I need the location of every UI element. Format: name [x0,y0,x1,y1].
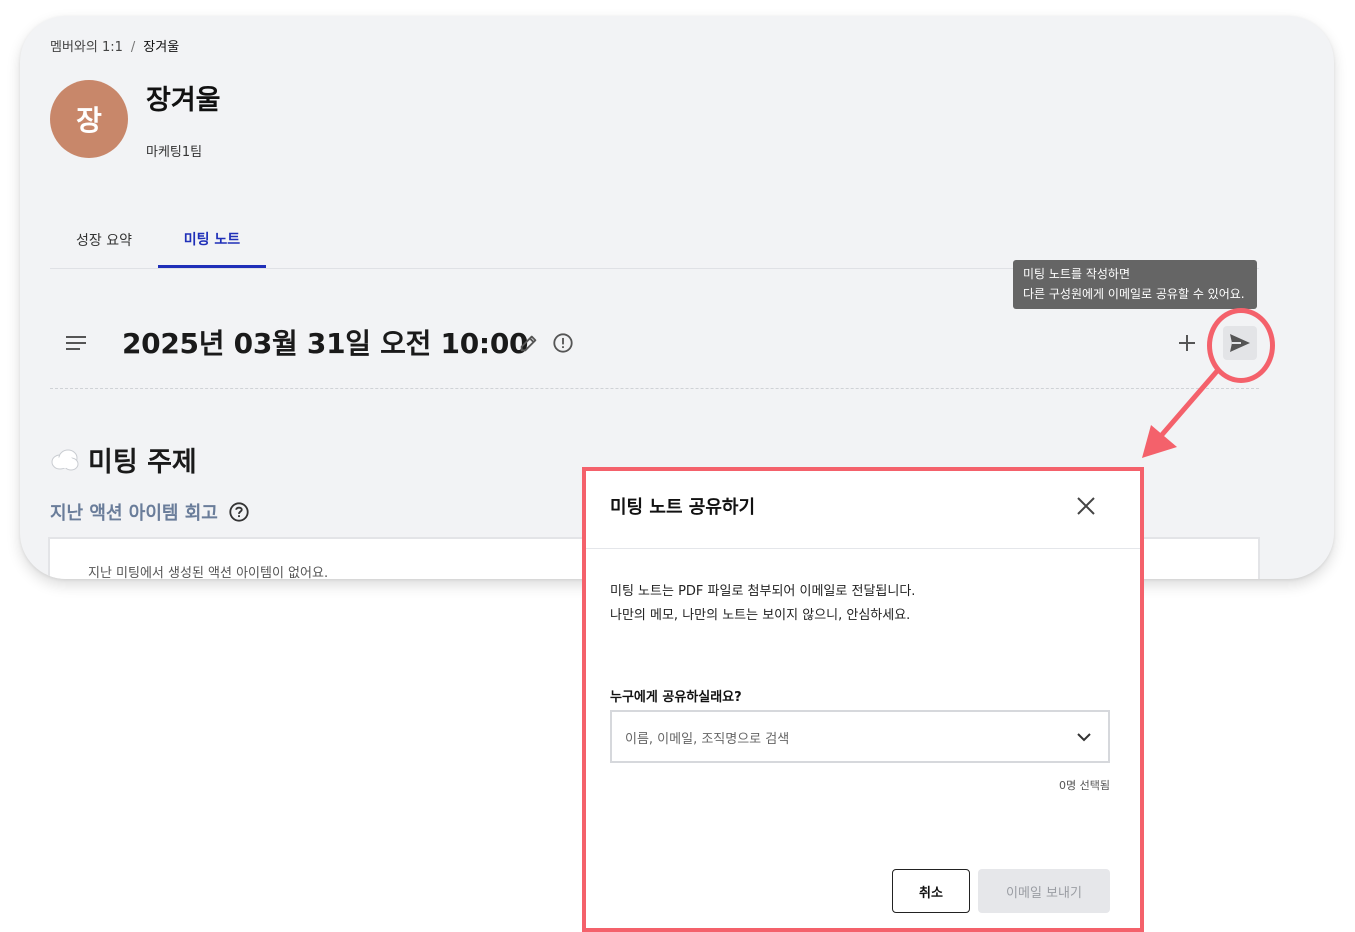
send-email-submit-button[interactable]: 이메일 보내기 [978,869,1110,913]
selected-count: 0명 선택됨 [1059,779,1110,792]
modal-title: 미팅 노트 공유하기 [610,497,756,518]
modal-header: 미팅 노트 공유하기 [586,471,1140,549]
tab-meeting-notes[interactable]: 미팅 노트 [158,212,266,268]
share-target-label: 누구에게 공유하실래요? [610,690,742,705]
profile-name: 장겨울 [146,85,221,116]
recipient-select[interactable]: 이름, 이메일, 조직명으로 검색 [610,710,1110,763]
breadcrumb: 멤버와의 1:1 / 장겨울 [50,36,179,55]
section-divider [50,388,1259,389]
menu-icon[interactable] [66,336,86,350]
cancel-button[interactable]: 취소 [892,869,970,913]
share-modal: 미팅 노트 공유하기 미팅 노트는 PDF 파일로 첨부되어 이메일로 전달됩니… [582,467,1144,932]
edit-icon[interactable] [518,332,540,354]
stage: 멤버와의 1:1 / 장겨울 장 장겨울 마케팅1팀 성장 요약 미팅 노트 미팅 … [0,0,1355,932]
topic-heading: 미팅 주제 [50,440,197,479]
meeting-title: 2025년 03월 31일 오전 10:00 [122,327,529,360]
recipient-select-placeholder: 이름, 이메일, 조직명으로 검색 [625,732,790,747]
modal-desc-line-2: 나만의 메모, 나만의 노트는 보이지 않으니, 안심하세요. [610,608,911,623]
profile-team: 마케팅1팀 [146,145,203,160]
info-icon[interactable] [552,332,574,354]
tooltip-line-2: 다른 구성원에게 이메일로 공유할 수 있어요. [1023,287,1245,301]
review-title: 지난 액션 아이템 회고 [50,503,218,524]
share-tooltip: 미팅 노트를 작성하면 다른 구성원에게 이메일로 공유할 수 있어요. [1013,260,1257,309]
tab-growth-summary[interactable]: 성장 요약 [50,212,158,268]
modal-description: 미팅 노트는 PDF 파일로 첨부되어 이메일로 전달됩니다. 나만의 메모, … [610,580,915,628]
modal-desc-line-1: 미팅 노트는 PDF 파일로 첨부되어 이메일로 전달됩니다. [610,584,916,599]
help-icon[interactable] [228,501,250,523]
topic-title: 미팅 주제 [88,447,197,478]
breadcrumb-current: 장겨울 [143,40,180,55]
breadcrumb-parent[interactable]: 멤버와의 1:1 [50,40,123,55]
breadcrumb-separator: / [130,40,136,55]
cloud-icon [51,449,79,470]
plus-icon[interactable] [1176,332,1198,354]
chevron-down-icon [1077,733,1091,742]
avatar: 장 [50,80,128,158]
empty-action-items: 지난 미팅에서 생성된 액션 아이템이 없어요. [88,566,329,579]
close-icon[interactable] [1074,494,1098,518]
tooltip-line-1: 미팅 노트를 작성하면 [1023,267,1130,281]
highlight-ring [1207,308,1275,383]
review-heading: 지난 액션 아이템 회고 [50,499,250,525]
